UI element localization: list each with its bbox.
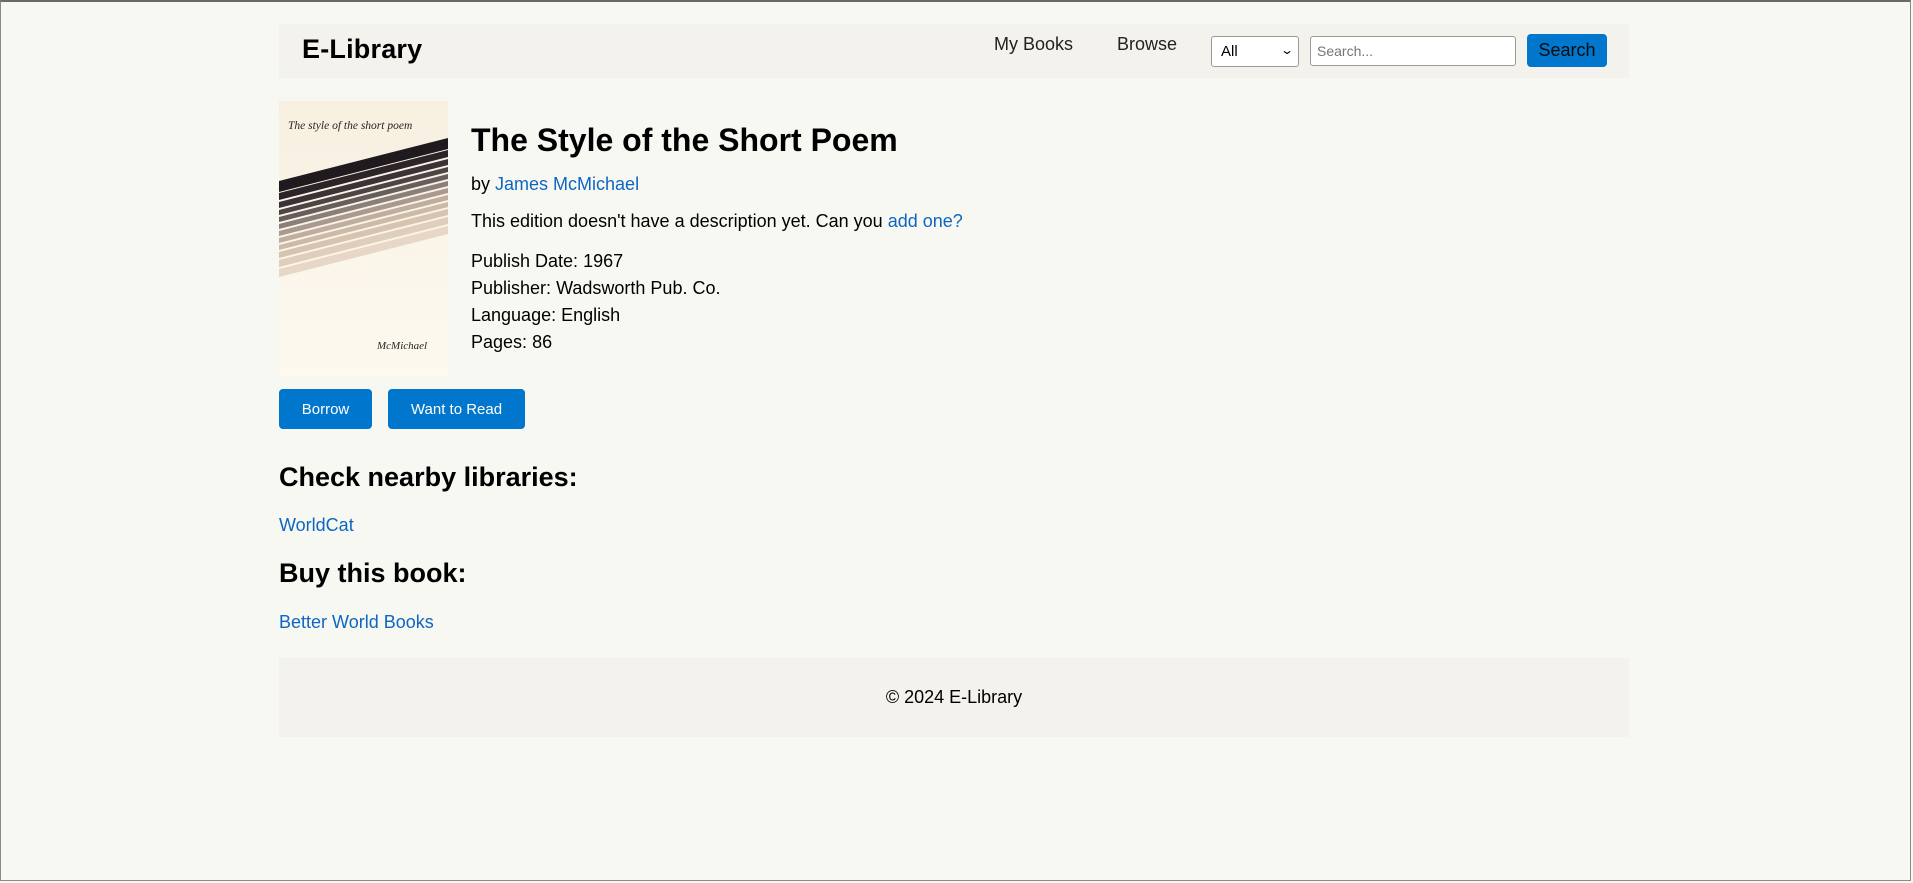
search-input[interactable] [1310, 36, 1516, 66]
want-to-read-button[interactable]: Want to Read [388, 389, 525, 429]
pages-label: Pages: [471, 332, 528, 352]
language-row: Language: English [471, 302, 963, 329]
publish-date-row: Publish Date: 1967 [471, 248, 963, 275]
site-logo[interactable]: E-Library [302, 34, 422, 65]
nearby-libraries-heading: Check nearby libraries: [279, 462, 578, 492]
language-label: Language: [471, 305, 557, 325]
publisher-row: Publisher: Wadsworth Pub. Co. [471, 275, 963, 302]
description-text: This edition doesn't have a description … [471, 211, 883, 231]
cover-title: The style of the short poem [288, 120, 412, 132]
page-container: E-Library My Books Browse All ⌄ Search T… [279, 24, 1629, 737]
publisher-label: Publisher: [471, 278, 552, 298]
book-details: The Style of the Short Poem by James McM… [471, 101, 963, 356]
borrow-button[interactable]: Borrow [279, 389, 372, 429]
book-description: This edition doesn't have a description … [471, 211, 963, 232]
pages-row: Pages: 86 [471, 329, 963, 356]
cover-stripes [279, 138, 448, 277]
author-link[interactable]: James McMichael [495, 174, 639, 194]
language-value: English [561, 305, 621, 325]
book-summary: The style of the short poem McMichael Th… [279, 101, 1629, 377]
better-world-books-link[interactable]: Better World Books [279, 612, 434, 632]
book-cover-image: The style of the short poem McMichael [279, 101, 448, 377]
book-metadata: Publish Date: 1967 Publisher: Wadsworth … [471, 248, 963, 356]
byline-prefix: by [471, 174, 491, 194]
cover-author: McMichael [376, 340, 427, 352]
nav-my-books[interactable]: My Books [994, 34, 1073, 55]
pages-value: 86 [532, 332, 553, 352]
nav-browse[interactable]: Browse [1117, 34, 1177, 55]
publish-date-value: 1967 [583, 251, 624, 271]
search-button[interactable]: Search [1527, 34, 1607, 67]
publish-date-label: Publish Date: [471, 251, 579, 271]
chevron-down-icon: ⌄ [1279, 43, 1295, 57]
search-scope-select[interactable]: All ⌄ [1211, 36, 1299, 67]
site-footer: © 2024 E-Library [279, 658, 1629, 737]
worldcat-link[interactable]: WorldCat [279, 515, 354, 535]
worldcat-row: WorldCat [279, 515, 1629, 536]
buy-book-heading: Buy this book: [279, 558, 467, 588]
footer-copyright: © 2024 E-Library [885, 687, 1023, 707]
better-world-books-row: Better World Books [279, 612, 1629, 633]
book-byline: by James McMichael [471, 174, 963, 195]
book-cover-art: The style of the short poem McMichael [279, 120, 448, 352]
add-description-link[interactable]: add one? [888, 211, 963, 231]
publisher-value: Wadsworth Pub. Co. [556, 278, 721, 298]
book-actions: Borrow Want to Read [279, 389, 1629, 429]
book-title: The Style of the Short Poem [471, 122, 898, 158]
search-scope-value: All [1221, 43, 1238, 60]
site-header: E-Library My Books Browse All ⌄ Search [279, 24, 1629, 78]
